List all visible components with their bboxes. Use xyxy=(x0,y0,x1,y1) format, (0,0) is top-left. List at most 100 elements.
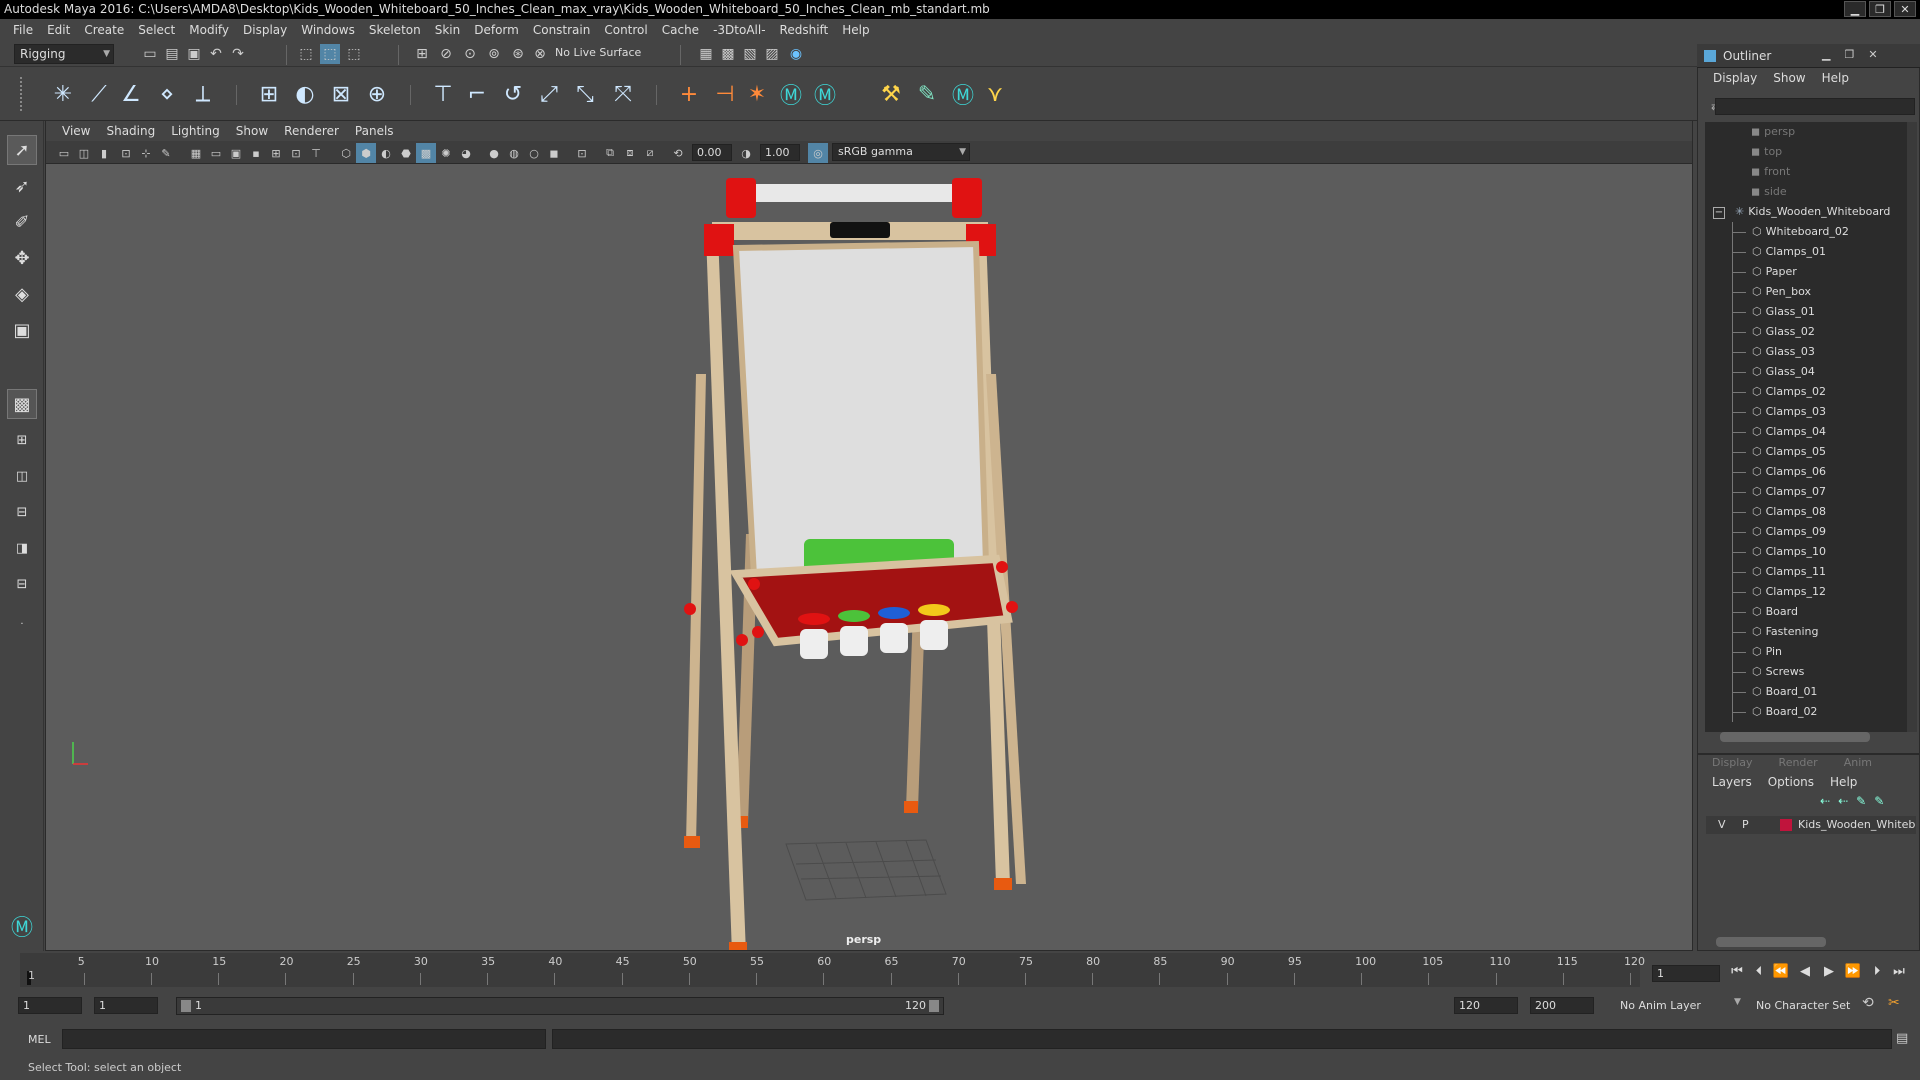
ik-spline-icon[interactable]: ∠ xyxy=(116,79,146,109)
anim-prefs-icon[interactable]: ✂ xyxy=(1888,995,1900,1011)
safe-action-icon[interactable]: ⊡ xyxy=(286,143,306,163)
outliner-hscrollbar[interactable] xyxy=(1720,732,1870,742)
outliner-menu-help[interactable]: Help xyxy=(1814,71,1857,85)
depth-of-field-icon[interactable]: ◼ xyxy=(544,143,564,163)
constraint-scale-icon[interactable]: ⤢ xyxy=(534,79,564,109)
snap-grid-icon[interactable]: ⊞ xyxy=(412,44,432,64)
menu-display[interactable]: Display xyxy=(236,23,294,37)
script-editor-icon[interactable]: ▤ xyxy=(1896,1031,1908,1046)
open-scene-icon[interactable]: ▤ xyxy=(162,44,182,64)
new-layer-icon[interactable]: ✎ xyxy=(1856,794,1866,808)
command-input[interactable] xyxy=(62,1029,546,1049)
menu-deform[interactable]: Deform xyxy=(467,23,526,37)
restore-button[interactable]: ❐ xyxy=(1844,48,1854,61)
exposure-field[interactable]: 0.00 xyxy=(692,144,732,161)
xray-active-icon[interactable]: ⧄ xyxy=(640,143,660,163)
color-management-icon[interactable]: ◎ xyxy=(808,143,828,163)
camera-attr-icon[interactable]: ◫ xyxy=(74,143,94,163)
time-slider[interactable]: 1 5 10 15 20 25 30 35 40 45 50 55 60 65 70 75 80 85 90 95 10… xyxy=(20,953,1645,987)
layer-menu-layers[interactable]: Layers xyxy=(1704,775,1760,789)
outliner-mesh-item[interactable]: ⬡ Clamps_05 xyxy=(1732,442,1826,462)
constraint-pole-icon[interactable]: ⤧ xyxy=(608,79,638,109)
tab-anim[interactable]: Anim xyxy=(1844,756,1872,769)
outliner-mesh-item[interactable]: ⬡ Fastening xyxy=(1732,622,1818,642)
mirror-joint-icon[interactable]: ⟂ xyxy=(188,79,218,109)
outliner-mesh-item[interactable]: ⬡ Clamps_06 xyxy=(1732,462,1826,482)
outliner-mesh-item[interactable]: ⬡ Clamps_02 xyxy=(1732,382,1826,402)
snap-view-icon[interactable]: ⊚ xyxy=(484,44,504,64)
shadows-icon[interactable]: ◕ xyxy=(456,143,476,163)
screen-space-ao-icon[interactable]: ● xyxy=(484,143,504,163)
wrap-deformer-icon[interactable]: ✎ xyxy=(912,79,942,109)
outliner-mesh-item[interactable]: ⬡ Clamps_04 xyxy=(1732,422,1826,442)
anim-layer-label[interactable]: No Anim Layer xyxy=(1620,999,1701,1012)
outliner-mesh-item[interactable]: ⬡ Clamps_11 xyxy=(1732,562,1826,582)
redo-icon[interactable]: ↷ xyxy=(228,44,248,64)
side-by-side-icon[interactable]: ◫ xyxy=(7,461,37,491)
outliner-mesh-item[interactable]: ⬡ Pen_box xyxy=(1732,282,1811,302)
image-plane-icon[interactable]: ⊡ xyxy=(116,143,136,163)
outliner-mesh-item[interactable]: ⬡ Clamps_12 xyxy=(1732,582,1826,602)
outliner-mesh-item[interactable]: ⬡ Glass_01 xyxy=(1732,302,1815,322)
outliner-mesh-item[interactable]: ⬡ Clamps_07 xyxy=(1732,482,1826,502)
motion-blur-icon[interactable]: ◍ xyxy=(504,143,524,163)
select-tool-icon[interactable]: ➚ xyxy=(7,135,37,165)
range-handle-end[interactable] xyxy=(929,1000,939,1012)
layer-name[interactable]: Kids_Wooden_Whiteb xyxy=(1798,818,1915,831)
rotate-tool-icon[interactable]: ◈ xyxy=(7,279,37,309)
gate-mask-icon[interactable]: ▪ xyxy=(246,143,266,163)
panel-menu-renderer[interactable]: Renderer xyxy=(276,124,347,138)
hik-character-icon[interactable]: Ⓜ xyxy=(810,79,840,109)
persp-graph-icon[interactable]: ⊟ xyxy=(7,497,37,527)
scale-tool-icon[interactable]: ▣ xyxy=(7,315,37,345)
go-to-end-icon[interactable]: ⏭ xyxy=(1890,963,1908,981)
menu-redshift[interactable]: Redshift xyxy=(773,23,836,37)
quick-rig-icon[interactable]: ⋎ xyxy=(980,79,1010,109)
range-slider[interactable]: 1 120 xyxy=(176,997,944,1015)
close-button[interactable]: ✕ xyxy=(1868,48,1877,61)
default-material-icon[interactable]: ◐ xyxy=(376,143,396,163)
restore-button[interactable]: ❐ xyxy=(1869,1,1891,17)
resolution-gate-icon[interactable]: ▣ xyxy=(226,143,246,163)
menu-cache[interactable]: Cache xyxy=(655,23,706,37)
menu-skeleton[interactable]: Skeleton xyxy=(362,23,428,37)
outliner-camera-item[interactable]: ◼ front xyxy=(1751,162,1790,182)
smooth-shade-icon[interactable]: ⬢ xyxy=(356,143,376,163)
camera-select-icon[interactable]: ▭ xyxy=(54,143,74,163)
locator-icon[interactable]: + xyxy=(674,79,704,109)
outliner-mesh-item[interactable]: ⬡ Whiteboard_02 xyxy=(1732,222,1849,242)
render-view-icon[interactable]: ▨ xyxy=(762,44,782,64)
ik-fk-icon[interactable]: ⊣ xyxy=(710,79,740,109)
set-driven-key-icon[interactable]: ✶ xyxy=(742,79,772,109)
anim-start-field[interactable]: 1 xyxy=(94,997,158,1014)
mel-label[interactable]: MEL xyxy=(28,1033,51,1046)
save-scene-icon[interactable]: ▣ xyxy=(184,44,204,64)
new-layer-selected-icon[interactable]: ✎ xyxy=(1874,794,1884,808)
outliner-layout-icon[interactable]: ⊟ xyxy=(7,569,37,599)
muscle-icon[interactable]: Ⓜ xyxy=(948,79,978,109)
snap-point-icon[interactable]: ⊙ xyxy=(460,44,480,64)
play-forward-icon[interactable]: ▶ xyxy=(1820,963,1838,981)
layer-color-swatch[interactable] xyxy=(1780,819,1792,831)
tab-display[interactable]: Display xyxy=(1712,756,1753,769)
collapse-icon[interactable]: − xyxy=(1713,207,1725,219)
tab-render[interactable]: Render xyxy=(1779,756,1818,769)
blend-shape-icon[interactable]: ⚒ xyxy=(876,79,906,109)
step-back-frame-icon[interactable]: ⏪ xyxy=(1772,963,1790,981)
play-backward-icon[interactable]: ◀ xyxy=(1796,963,1814,981)
menu-create[interactable]: Create xyxy=(77,23,131,37)
outliner-camera-item[interactable]: ◼ persp xyxy=(1751,122,1795,142)
current-frame-field[interactable]: 1 xyxy=(1652,965,1720,982)
outliner-menu-display[interactable]: Display xyxy=(1705,71,1765,85)
move-layer-down-icon[interactable]: ⇠ xyxy=(1838,794,1848,808)
constraint-parent-icon[interactable]: ⤡ xyxy=(570,79,600,109)
persp-outliner-icon[interactable]: ◨ xyxy=(7,533,37,563)
outliner-mesh-item[interactable]: ⬡ Paper xyxy=(1732,262,1797,282)
gamma-field[interactable]: 1.00 xyxy=(760,144,800,161)
menu-help[interactable]: Help xyxy=(835,23,876,37)
select-hierarchy-icon[interactable]: ⬚ xyxy=(296,44,316,64)
textured-icon[interactable]: ▩ xyxy=(416,143,436,163)
outliner-search-input[interactable] xyxy=(1715,98,1915,115)
layer-hscrollbar[interactable] xyxy=(1716,937,1826,947)
menu-windows[interactable]: Windows xyxy=(294,23,362,37)
